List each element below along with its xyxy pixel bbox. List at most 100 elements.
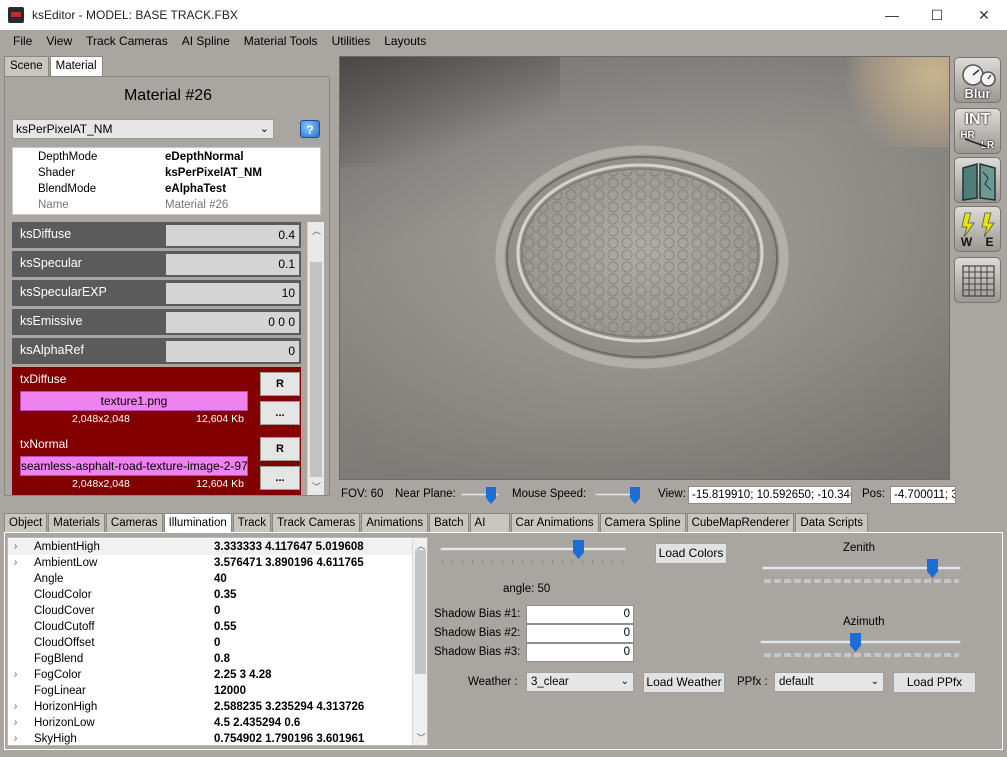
- prop-row-name[interactable]: Name Material #26: [13, 197, 320, 213]
- slider-thumb[interactable]: [630, 487, 640, 504]
- menu-layouts[interactable]: Layouts: [377, 30, 433, 52]
- grid-row-horizonhigh[interactable]: › HorizonHigh 2.588235 3.235294 4.313726: [8, 699, 412, 715]
- 3d-viewport[interactable]: [339, 56, 950, 480]
- maximize-button[interactable]: ☐: [914, 0, 960, 30]
- near-plane-label: Near Plane:: [395, 488, 456, 500]
- scroll-thumb[interactable]: [415, 550, 426, 674]
- tab-object[interactable]: Object: [4, 513, 48, 532]
- param-label: ksEmissive: [20, 314, 83, 328]
- near-plane-slider[interactable]: [461, 487, 499, 504]
- expand-chevron-icon[interactable]: ›: [14, 731, 17, 745]
- texture-file-normal[interactable]: seamless-asphalt-road-texture-image-2-97: [20, 456, 248, 476]
- int-hr-lr-button[interactable]: INT HR LR: [954, 108, 1001, 154]
- tab-animations[interactable]: Animations: [361, 513, 429, 532]
- zenith-slider[interactable]: [762, 559, 961, 578]
- minimize-button[interactable]: —: [869, 0, 915, 30]
- param-value-input[interactable]: 0.4: [166, 225, 299, 246]
- param-value-input[interactable]: 0: [166, 341, 299, 362]
- grid-row-ambientlow[interactable]: › AmbientLow 3.576471 3.890196 4.611765: [8, 555, 412, 571]
- tab-scene[interactable]: Scene: [4, 56, 49, 76]
- grid-row-angle[interactable]: Angle 40: [8, 571, 412, 587]
- pos-coordinates-field[interactable]: -4.700011; 3.: [890, 486, 956, 504]
- shadow-bias-2-input[interactable]: 0: [526, 624, 634, 643]
- weather-select[interactable]: 3_clear ⌄: [526, 672, 634, 692]
- grid-row-fogblend[interactable]: FogBlend 0.8: [8, 651, 412, 667]
- grid-value: 0.35: [214, 589, 237, 601]
- menu-material-tools[interactable]: Material Tools: [237, 30, 325, 52]
- browse-texture-button[interactable]: ...: [260, 401, 300, 425]
- prop-row-shader[interactable]: Shader ksPerPixelAT_NM: [13, 165, 320, 181]
- menu-file[interactable]: File: [6, 30, 39, 52]
- tab-data-scripts[interactable]: Data Scripts: [795, 513, 869, 532]
- material-scrollbar[interactable]: ︿ ﹀: [307, 222, 324, 495]
- tab-track-cameras[interactable]: Track Cameras: [272, 513, 361, 532]
- grid-row-cloudcolor[interactable]: CloudColor 0.35: [8, 587, 412, 603]
- prop-row-depthmode[interactable]: DepthMode eDepthNormal: [13, 149, 320, 165]
- param-value-input[interactable]: 0 0 0: [166, 312, 299, 333]
- param-value-input[interactable]: 10: [166, 283, 299, 304]
- glass-toggle-button[interactable]: [954, 157, 1001, 203]
- expand-chevron-icon[interactable]: ›: [14, 667, 17, 683]
- reload-texture-button[interactable]: R: [260, 437, 300, 461]
- tab-cubemaprenderer[interactable]: CubeMapRenderer: [686, 513, 795, 532]
- ppfx-select[interactable]: default ⌄: [774, 672, 884, 692]
- tab-batch[interactable]: Batch: [429, 513, 469, 532]
- tab-ai[interactable]: AI: [469, 513, 510, 532]
- menu-track-cameras[interactable]: Track Cameras: [79, 30, 175, 52]
- grid-scrollbar[interactable]: ︿ ﹀: [412, 538, 427, 745]
- prop-row-blendmode[interactable]: BlendMode eAlphaTest: [13, 181, 320, 197]
- menu-view[interactable]: View: [39, 30, 79, 52]
- grid-row-horizonlow[interactable]: › HorizonLow 4.5 2.435294 0.6: [8, 715, 412, 731]
- angle-slider[interactable]: [440, 540, 626, 559]
- grid-row-cloudcutoff[interactable]: CloudCutoff 0.55: [8, 619, 412, 635]
- scroll-down-icon[interactable]: ﹀: [308, 480, 325, 493]
- tab-cameras[interactable]: Cameras: [105, 513, 163, 532]
- wipers-toggle-button[interactable]: W E: [954, 206, 1001, 252]
- tab-track[interactable]: Track: [232, 513, 272, 532]
- close-button[interactable]: ✕: [961, 0, 1007, 30]
- grid-value: 0: [214, 605, 221, 617]
- tab-material[interactable]: Material: [49, 56, 103, 76]
- shadow-bias-3-label: Shadow Bias #3:: [434, 646, 521, 658]
- tab-car-animations[interactable]: Car Animations: [510, 513, 599, 532]
- menu-utilities[interactable]: Utilities: [325, 30, 378, 52]
- grid-key: CloudColor: [34, 589, 92, 601]
- expand-chevron-icon[interactable]: ›: [14, 539, 17, 555]
- view-coordinates-field[interactable]: -15.819910; 10.592650; -10.3460: [688, 486, 852, 504]
- mouse-speed-slider[interactable]: [595, 487, 640, 504]
- scroll-thumb[interactable]: [310, 262, 322, 477]
- expand-chevron-icon[interactable]: ›: [14, 555, 17, 571]
- tab-camera-spline[interactable]: Camera Spline: [599, 513, 686, 532]
- slider-thumb[interactable]: [486, 487, 496, 504]
- shadow-bias-1-input[interactable]: 0: [526, 605, 634, 624]
- texture-file-diffuse[interactable]: texture1.png: [20, 391, 248, 411]
- shadow-bias-3-input[interactable]: 0: [526, 643, 634, 662]
- grid-value: 40: [214, 573, 227, 585]
- load-ppfx-button[interactable]: Load PPfx: [893, 672, 976, 693]
- shader-select[interactable]: ksPerPixelAT_NM ⌄: [12, 119, 274, 139]
- scroll-up-icon[interactable]: ︿: [308, 224, 325, 237]
- grid-row-cloudcover[interactable]: CloudCover 0: [8, 603, 412, 619]
- load-colors-button[interactable]: Load Colors: [655, 543, 727, 564]
- tab-materials[interactable]: Materials: [48, 513, 105, 532]
- reload-texture-button[interactable]: R: [260, 372, 300, 396]
- grid-key: AmbientHigh: [34, 541, 100, 553]
- blur-toggle-button[interactable]: Blur: [954, 57, 1001, 103]
- param-ksalpharef: ksAlphaRef 0: [12, 338, 301, 364]
- help-icon[interactable]: ?: [300, 120, 320, 138]
- load-weather-button[interactable]: Load Weather: [643, 672, 725, 693]
- expand-chevron-icon[interactable]: ›: [14, 699, 17, 715]
- expand-chevron-icon[interactable]: ›: [14, 715, 17, 731]
- param-value-input[interactable]: 0.1: [166, 254, 299, 275]
- azimuth-slider[interactable]: [760, 633, 961, 652]
- grid-toggle-button[interactable]: [954, 257, 1001, 303]
- grid-row-fogcolor[interactable]: › FogColor 2.25 3 4.28: [8, 667, 412, 683]
- grid-row-skyhigh[interactable]: › SkyHigh 0.754902 1.790196 3.601961: [8, 731, 412, 745]
- grid-row-cloudoffset[interactable]: CloudOffset 0: [8, 635, 412, 651]
- browse-texture-button[interactable]: ...: [260, 466, 300, 490]
- scroll-down-icon[interactable]: ﹀: [413, 731, 427, 744]
- grid-row-ambienthigh[interactable]: › AmbientHigh 3.333333 4.117647 5.019608: [8, 539, 412, 555]
- grid-row-foglinear[interactable]: FogLinear 12000: [8, 683, 412, 699]
- menu-ai-spline[interactable]: AI Spline: [175, 30, 237, 52]
- tab-illumination[interactable]: Illumination: [163, 513, 232, 532]
